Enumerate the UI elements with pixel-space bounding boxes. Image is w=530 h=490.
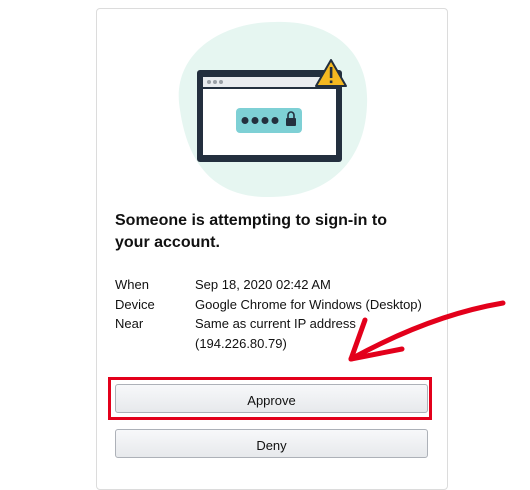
when-label: When <box>115 277 149 292</box>
signin-details: When Sep 18, 2020 02:42 AM Device Google… <box>115 275 435 353</box>
near-value: Same as current IP address (194.226.80.7… <box>195 314 435 353</box>
device-label: Device <box>115 296 155 312</box>
near-value-line1: Same as current IP address <box>195 316 356 331</box>
detail-row-near: Near Same as current IP address (194.226… <box>115 314 435 353</box>
detail-row-device: Device Google Chrome for Windows (Deskto… <box>115 295 435 315</box>
near-value-line2: (194.226.80.79) <box>195 335 287 351</box>
approve-button[interactable]: Approve <box>115 384 428 413</box>
deny-button[interactable]: Deny <box>115 429 428 458</box>
detail-row-when: When Sep 18, 2020 02:42 AM <box>115 275 435 295</box>
when-value: Sep 18, 2020 02:42 AM <box>195 277 331 292</box>
device-value: Google Chrome for Windows (Desktop) <box>195 296 422 312</box>
security-illustration <box>178 21 368 198</box>
near-label: Near <box>115 316 144 331</box>
password-lock-icon <box>236 108 302 133</box>
page-title: Someone is attempting to sign-in to your… <box>115 212 387 251</box>
